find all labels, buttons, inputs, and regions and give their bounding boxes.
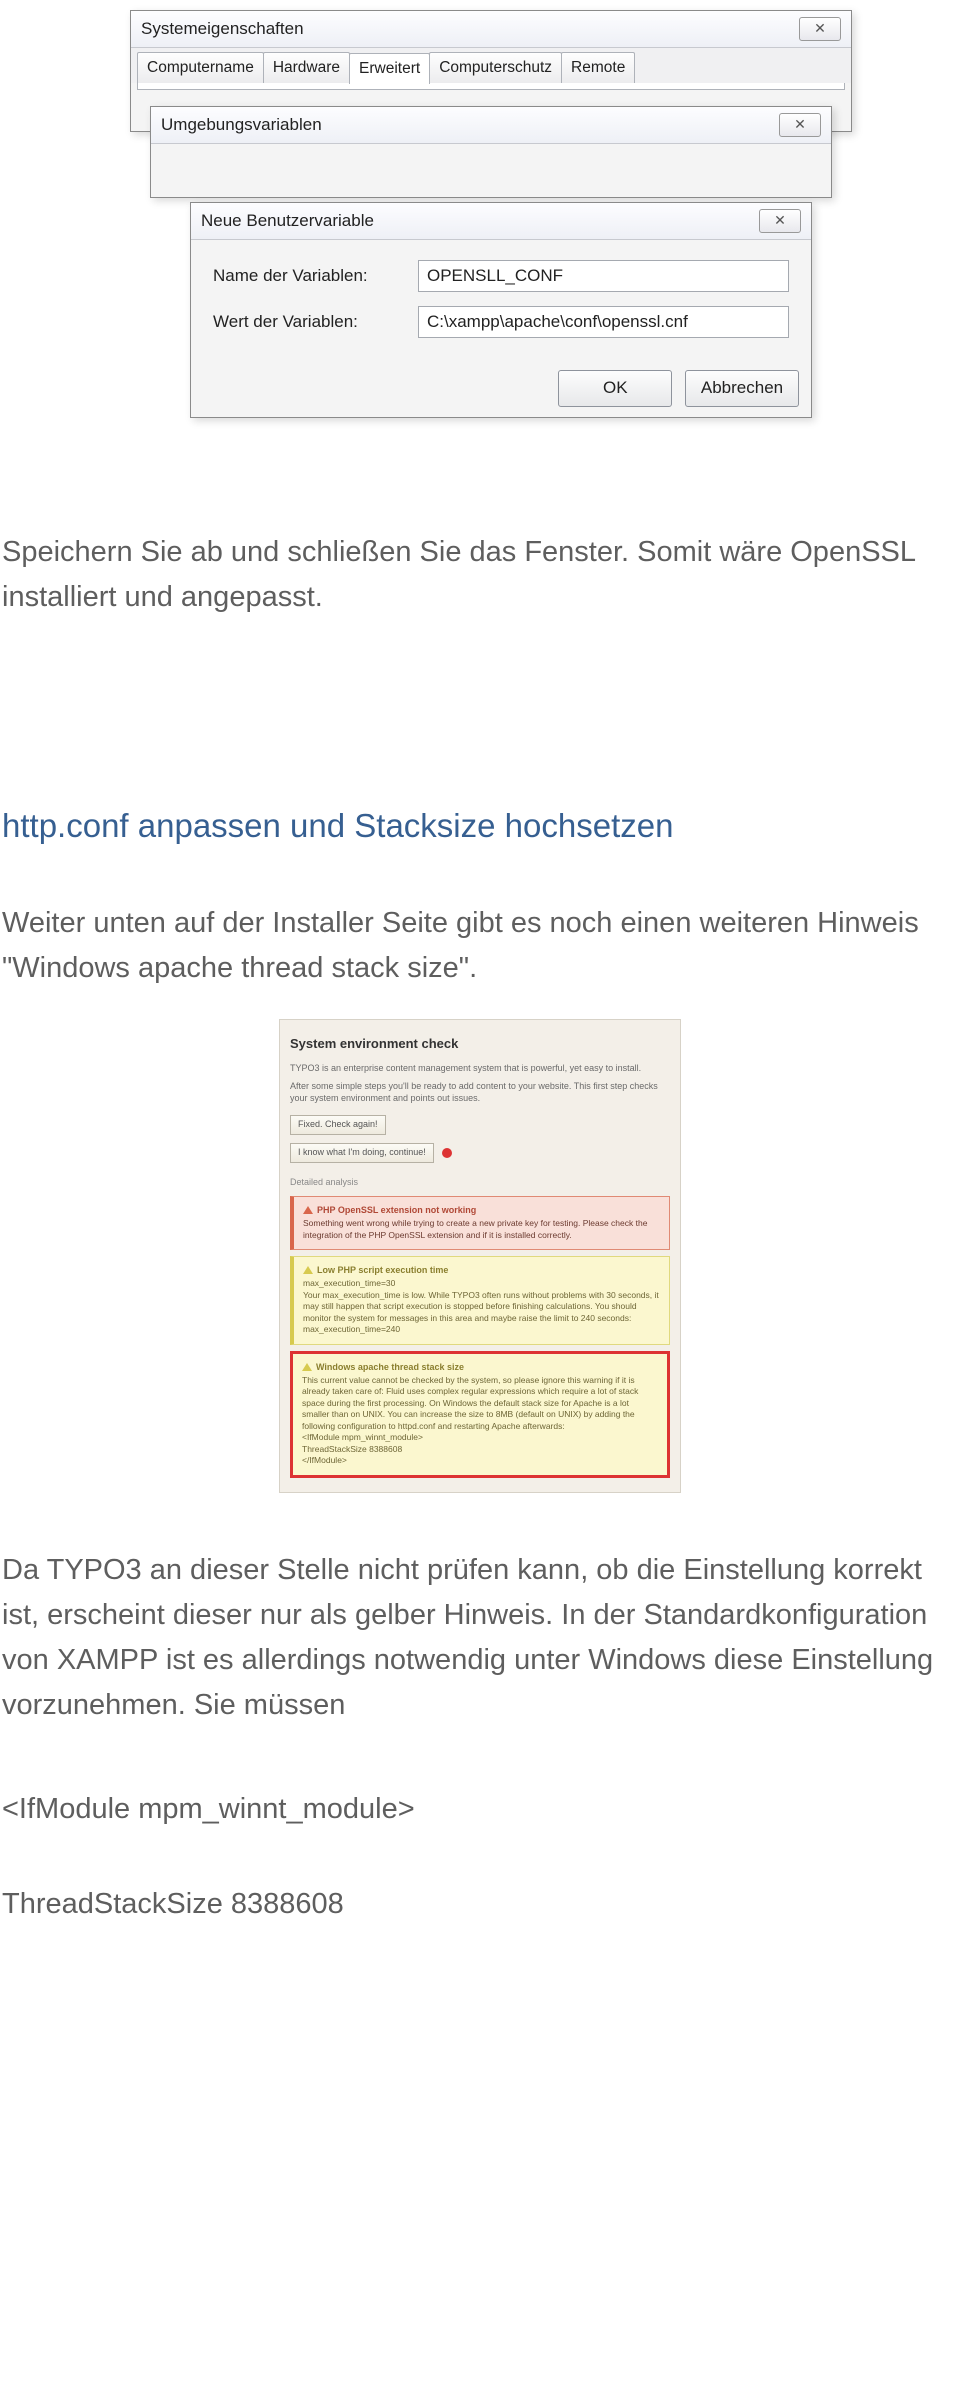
syscheck-intro-1: TYPO3 is an enterprise content managemen… (290, 1062, 670, 1074)
syscheck-intro-2: After some simple steps you'll be ready … (290, 1080, 670, 1104)
screenshot-typo3-system-check: System environment check TYPO3 is an ent… (279, 1019, 681, 1493)
alert-exectime: Low PHP script execution time max_execut… (290, 1256, 670, 1344)
alert-stacksize-body: This current value cannot be checked by … (302, 1375, 658, 1467)
alert-stacksize: Windows apache thread stack size This cu… (290, 1351, 670, 1478)
tab-erweitert[interactable]: Erweitert (349, 53, 430, 84)
new-user-var-titlebar: Neue Benutzervariable ✕ (191, 203, 811, 240)
env-vars-titlebar: Umgebungsvariablen ✕ (151, 107, 831, 144)
sys-props-titlebar: Systemeigenschaften ✕ (131, 11, 851, 48)
screenshot-windows-env-dialog: Systemeigenschaften ✕ Computername Hardw… (130, 10, 850, 470)
close-icon[interactable]: ✕ (759, 209, 801, 233)
code-line-1: <IfModule mpm_winnt_module> (2, 1787, 958, 1832)
ok-button[interactable]: OK (558, 370, 672, 406)
alert-openssl: PHP OpenSSL extension not working Someth… (290, 1196, 670, 1250)
code-line-2: ThreadStackSize 8388608 (2, 1882, 958, 1927)
alert-exectime-title: Low PHP script execution time (317, 1265, 448, 1275)
env-vars-title: Umgebungsvariablen (161, 112, 779, 138)
section-heading-httpconf: http.conf anpassen und Stacksize hochset… (2, 800, 958, 851)
cancel-button[interactable]: Abbrechen (685, 370, 799, 406)
close-icon[interactable]: ✕ (799, 17, 841, 41)
tab-hardware[interactable]: Hardware (263, 52, 350, 83)
tab-computerschutz[interactable]: Computerschutz (429, 52, 562, 83)
check-again-button[interactable]: Fixed. Check again! (290, 1115, 386, 1135)
alert-openssl-title: PHP OpenSSL extension not working (317, 1205, 476, 1215)
body-para-1: Speichern Sie ab und schließen Sie das F… (2, 530, 950, 620)
body-para-2: Weiter unten auf der Installer Seite gib… (2, 901, 950, 991)
alert-stacksize-title: Windows apache thread stack size (316, 1362, 464, 1372)
continue-button[interactable]: I know what I'm doing, continue! (290, 1143, 434, 1163)
detailed-analysis-label: Detailed analysis (290, 1176, 670, 1190)
var-name-input[interactable]: OPENSLL_CONF (418, 260, 789, 292)
var-name-label: Name der Variablen: (213, 263, 418, 289)
alert-exectime-body: max_execution_time=30 Your max_execution… (303, 1278, 660, 1335)
tab-remote[interactable]: Remote (561, 52, 635, 83)
new-user-var-title: Neue Benutzervariable (201, 208, 759, 234)
alert-openssl-body: Something went wrong while trying to cre… (303, 1218, 660, 1241)
warning-triangle-icon (302, 1363, 312, 1371)
warning-triangle-icon (303, 1206, 313, 1214)
syscheck-heading: System environment check (290, 1034, 670, 1054)
var-value-input[interactable]: C:\xampp\apache\conf\openssl.cnf (418, 306, 789, 338)
var-value-label: Wert der Variablen: (213, 309, 418, 335)
error-dot-icon (442, 1148, 452, 1158)
sys-props-tabs: Computername Hardware Erweitert Computer… (131, 48, 851, 83)
tab-computername[interactable]: Computername (137, 52, 264, 83)
close-icon[interactable]: ✕ (779, 113, 821, 137)
body-para-3: Da TYPO3 an dieser Stelle nicht prüfen k… (2, 1548, 950, 1728)
sys-props-title: Systemeigenschaften (141, 16, 799, 42)
warning-triangle-icon (303, 1266, 313, 1274)
